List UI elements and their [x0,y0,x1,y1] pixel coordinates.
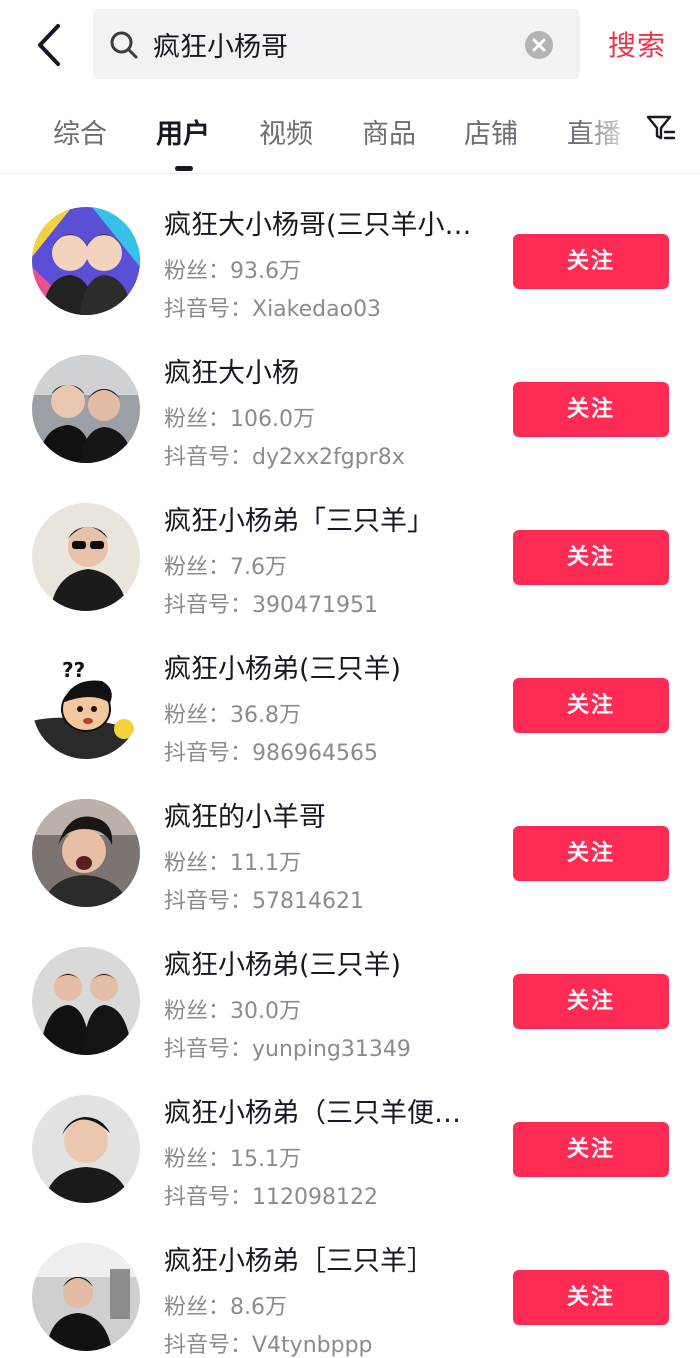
clear-icon[interactable] [525,31,553,59]
user-name: 疯狂小杨弟［三只羊］ [164,1246,434,1277]
tab-users[interactable]: 用户 [156,112,210,151]
user-name: 疯狂大小杨 [164,358,299,389]
user-name: 疯狂小杨弟(三只羊) [164,654,402,685]
tab-general[interactable]: 综合 [53,112,107,151]
avatar[interactable] [32,1095,140,1203]
user-row[interactable]: 疯狂大小杨哥(三只羊小… 粉丝：93.6万 抖音号：Xiakedao03 关注 [0,175,700,323]
avatar[interactable] [32,503,140,611]
follow-button[interactable]: 关注 [513,382,669,437]
avatar[interactable] [32,355,140,463]
user-douyin-id: 抖音号：57814621 [164,889,364,914]
tab-shops[interactable]: 店铺 [464,112,518,151]
user-fans-count: 粉丝：7.6万 [164,555,287,580]
user-name: 疯狂的小羊哥 [164,802,326,833]
user-fans-count: 粉丝：106.0万 [164,407,315,432]
user-row[interactable]: 疯狂小杨弟（三只羊便… 粉丝：15.1万 抖音号：112098122 关注 [0,1063,700,1211]
user-douyin-id: 抖音号：986964565 [164,741,378,766]
follow-button[interactable]: 关注 [513,1270,669,1325]
tab-live[interactable]: 直播 [567,112,621,151]
svg-text:??: ?? [62,658,85,682]
search-button[interactable]: 搜索 [608,24,666,64]
user-douyin-id: 抖音号：yunping31349 [164,1037,411,1062]
tab-videos[interactable]: 视频 [259,112,313,151]
user-row[interactable]: 疯狂大小杨 粉丝：106.0万 抖音号：dy2xx2fgpr8x 关注 [0,323,700,471]
user-row[interactable]: ?? 疯狂小杨弟(三只羊) 粉丝：36.8万 抖音号：986964565 关注 [0,619,700,767]
user-name: 疯狂小杨弟「三只羊」 [164,506,434,537]
user-douyin-id: 抖音号：112098122 [164,1185,378,1210]
avatar[interactable] [32,947,140,1055]
user-row[interactable]: 疯狂的小羊哥 粉丝：11.1万 抖音号：57814621 关注 [0,767,700,915]
user-douyin-id: 抖音号：V4tynbppp [164,1333,373,1358]
user-fans-count: 粉丝：8.6万 [164,1295,287,1320]
filter-icon[interactable] [646,114,676,144]
user-row[interactable]: 疯狂小杨弟「三只羊」 粉丝：7.6万 抖音号：390471951 关注 [0,471,700,619]
follow-button[interactable]: 关注 [513,530,669,585]
avatar[interactable]: ?? [32,651,140,759]
tab-products[interactable]: 商品 [362,112,416,151]
search-box[interactable] [93,9,580,79]
follow-button[interactable]: 关注 [513,826,669,881]
user-douyin-id: 抖音号：dy2xx2fgpr8x [164,445,405,470]
follow-button[interactable]: 关注 [513,678,669,733]
avatar[interactable] [32,799,140,907]
user-douyin-id: 抖音号：390471951 [164,593,378,618]
user-fans-count: 粉丝：36.8万 [164,703,301,728]
follow-button[interactable]: 关注 [513,234,669,289]
user-fans-count: 粉丝：15.1万 [164,1147,301,1172]
user-name: 疯狂大小杨哥(三只羊小… [164,210,472,241]
user-fans-count: 粉丝：93.6万 [164,259,301,284]
user-row[interactable]: 疯狂小杨弟［三只羊］ 粉丝：8.6万 抖音号：V4tynbppp 关注 [0,1211,700,1358]
user-fans-count: 粉丝：30.0万 [164,999,301,1024]
avatar[interactable] [32,1243,140,1351]
back-arrow-icon[interactable] [28,22,74,68]
avatar[interactable] [32,207,140,315]
search-header: 搜索 [0,0,700,92]
active-tab-indicator [175,166,193,171]
search-icon [109,30,139,60]
follow-button[interactable]: 关注 [513,974,669,1029]
user-row[interactable]: 疯狂小杨弟(三只羊) 粉丝：30.0万 抖音号：yunping31349 关注 [0,915,700,1063]
tab-bar: 综合 用户 视频 商品 店铺 直播 [0,92,700,174]
user-douyin-id: 抖音号：Xiakedao03 [164,297,382,322]
search-input[interactable] [153,19,513,69]
user-name: 疯狂小杨弟(三只羊) [164,950,402,981]
follow-button[interactable]: 关注 [513,1122,669,1177]
user-name: 疯狂小杨弟（三只羊便… [164,1098,461,1129]
user-fans-count: 粉丝：11.1万 [164,851,301,876]
